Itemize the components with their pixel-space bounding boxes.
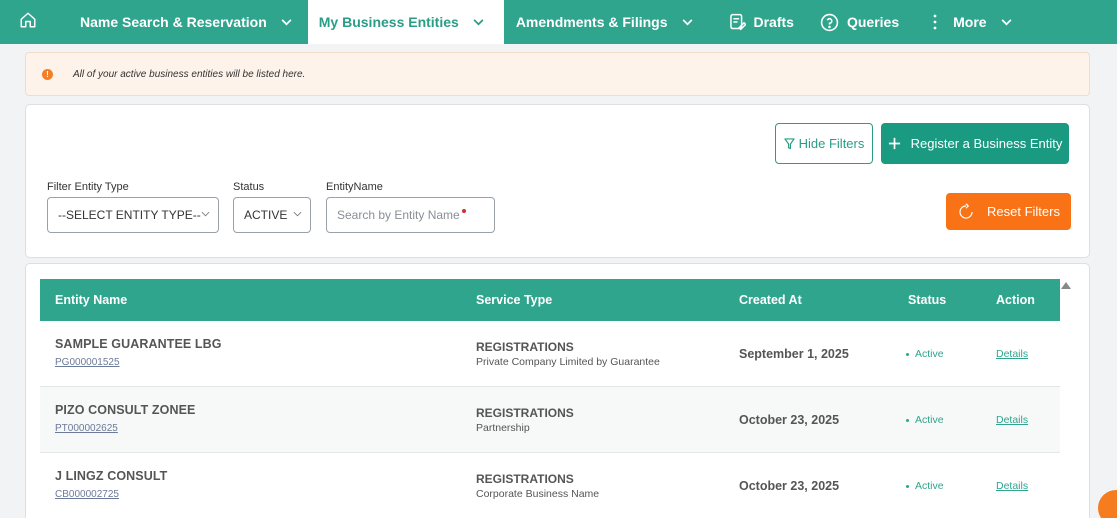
drafts-icon — [729, 13, 746, 31]
status-dot — [906, 484, 909, 488]
help-circle-icon — [820, 13, 839, 32]
nav-drafts[interactable]: Drafts — [717, 0, 806, 44]
chevron-down-icon — [682, 18, 693, 26]
filter-panel: Hide Filters Register a Business Entity … — [25, 104, 1090, 258]
scroll-up-arrow-icon[interactable] — [1061, 282, 1071, 289]
reset-filters-label: Reset Filters — [987, 204, 1060, 219]
col-created-at: Created At — [739, 293, 802, 307]
created-at: September 1, 2025 — [739, 347, 849, 361]
plus-icon — [888, 137, 901, 150]
alert-text: All of your active business entities wil… — [73, 68, 306, 80]
entity-name: J LINGZ CONSULT — [55, 469, 168, 483]
details-link[interactable]: Details — [996, 414, 1028, 426]
entity-type-label: Filter Entity Type — [47, 181, 129, 193]
status-text: Active — [915, 480, 944, 492]
register-label: Register a Business Entity — [910, 136, 1063, 151]
status-dot — [906, 352, 909, 356]
col-entity-name: Entity Name — [55, 293, 128, 307]
details-link[interactable]: Details — [996, 348, 1028, 360]
nav-queries[interactable]: Queries — [808, 0, 911, 44]
chevron-down-icon — [281, 18, 292, 26]
nav-name-search[interactable]: Name Search & Reservation — [68, 0, 304, 44]
entity-type-value: --SELECT ENTITY TYPE-- — [58, 208, 201, 222]
chevron-down-icon — [293, 211, 302, 217]
entity-name: SAMPLE GUARANTEE LBG — [55, 337, 222, 351]
status-label: Status — [233, 181, 265, 193]
entity-name-placeholder: Search by Entity Name — [337, 208, 460, 222]
status-badge: Active — [906, 348, 944, 360]
vertical-dots-icon — [933, 14, 937, 30]
top-nav-bar: Name Search & Reservation My Business En… — [0, 0, 1117, 44]
nav-my-business-entities[interactable]: My Business Entities — [307, 0, 504, 44]
details-link[interactable]: Details — [996, 480, 1028, 492]
home-button[interactable] — [6, 0, 50, 44]
table-row: PIZO CONSULT ZONEE PT000002625 REGISTRAT… — [40, 387, 1060, 453]
nav-drafts-label: Drafts — [753, 14, 794, 30]
hide-filters-label: Hide Filters — [798, 136, 865, 151]
status-badge: Active — [906, 414, 944, 426]
service-type: REGISTRATIONS — [476, 340, 574, 354]
entity-id-link[interactable]: PT000002625 — [55, 423, 118, 434]
status-select[interactable]: ACTIVE — [233, 197, 311, 233]
chat-widget-icon[interactable] — [1098, 490, 1117, 518]
service-subtype: Private Company Limited by Guarantee — [476, 356, 660, 368]
reset-filters-button[interactable]: Reset Filters — [946, 193, 1071, 230]
status-text: Active — [915, 414, 944, 426]
chevron-down-icon — [1001, 18, 1012, 26]
col-service-type: Service Type — [476, 293, 553, 307]
register-business-entity-button[interactable]: Register a Business Entity — [881, 123, 1069, 164]
status-text: Active — [915, 348, 944, 360]
entity-name: PIZO CONSULT ZONEE — [55, 403, 196, 417]
nav-my-business-entities-label: My Business Entities — [318, 14, 459, 30]
table-row: SAMPLE GUARANTEE LBG PG000001525 REGISTR… — [40, 321, 1060, 387]
service-subtype: Partnership — [476, 422, 530, 434]
status-dot — [906, 418, 909, 422]
nav-amendments-filings[interactable]: Amendments & Filings — [504, 0, 705, 44]
entity-id-link[interactable]: CB000002725 — [55, 489, 119, 500]
info-alert: ! All of your active business entities w… — [25, 52, 1090, 96]
created-at: October 23, 2025 — [739, 413, 840, 427]
service-type: REGISTRATIONS — [476, 472, 574, 486]
service-subtype: Corporate Business Name — [476, 488, 600, 500]
hide-filters-button[interactable]: Hide Filters — [775, 123, 873, 164]
created-at: October 23, 2025 — [739, 479, 840, 493]
home-icon — [19, 11, 37, 34]
status-value: ACTIVE — [244, 208, 288, 222]
service-type: REGISTRATIONS — [476, 406, 574, 420]
filter-icon — [783, 137, 795, 150]
entity-name-label: EntityName — [326, 181, 383, 193]
col-status: Status — [908, 293, 947, 307]
status-badge: Active — [906, 480, 944, 492]
table-header: Entity Name Service Type Created At Stat… — [40, 279, 1060, 321]
entity-id-link[interactable]: PG000001525 — [55, 357, 120, 368]
exclamation-icon: ! — [42, 68, 53, 80]
entity-name-search-input[interactable]: Search by Entity Name — [326, 197, 495, 233]
nav-more[interactable]: More — [921, 0, 1023, 44]
nav-amendments-label: Amendments & Filings — [515, 14, 668, 30]
nav-name-search-label: Name Search & Reservation — [80, 14, 267, 30]
nav-queries-label: Queries — [846, 14, 900, 30]
table-row: J LINGZ CONSULT CB000002725 REGISTRATION… — [40, 453, 1060, 518]
entity-type-select[interactable]: --SELECT ENTITY TYPE-- — [47, 197, 219, 233]
entities-table-card: Entity Name Service Type Created At Stat… — [25, 263, 1090, 518]
chevron-down-icon — [473, 18, 484, 26]
refresh-icon — [957, 202, 975, 221]
required-indicator — [461, 209, 466, 213]
col-action: Action — [996, 293, 1035, 307]
nav-more-label: More — [953, 14, 987, 30]
chevron-down-icon — [201, 211, 210, 217]
